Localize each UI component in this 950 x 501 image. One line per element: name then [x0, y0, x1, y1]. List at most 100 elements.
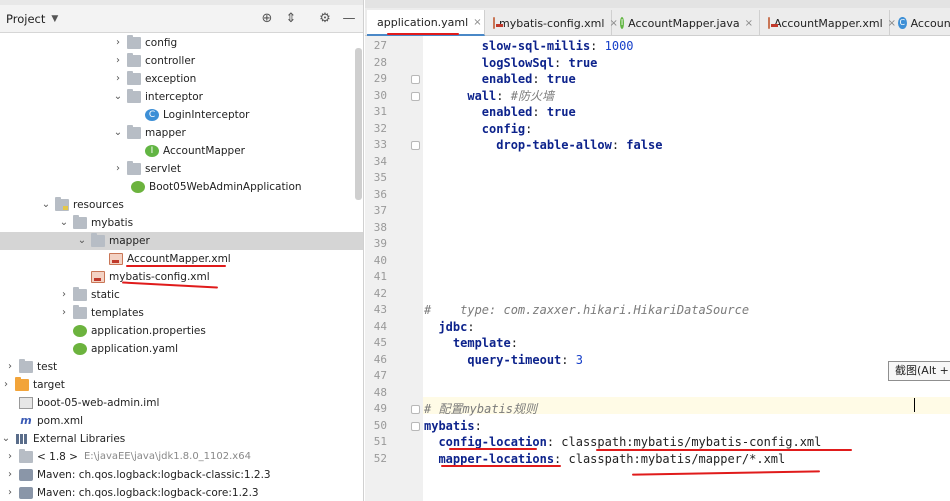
- chevron-right-icon[interactable]: ›: [4, 451, 16, 462]
- editor-tab[interactable]: mybatis-config.xml ×: [487, 10, 618, 36]
- tree-item[interactable]: m pom.xml: [0, 412, 363, 430]
- close-icon[interactable]: ×: [473, 17, 481, 28]
- tree-item[interactable]: › Maven: ch.qos.logback:logback-core:1.2.…: [0, 484, 363, 501]
- editor-tab[interactable]: CAccount: [892, 10, 950, 36]
- tree-item[interactable]: application.properties: [0, 322, 363, 340]
- chevron-down-icon[interactable]: ⌄: [58, 217, 70, 228]
- chevron-right-icon[interactable]: ›: [112, 163, 124, 174]
- interface-icon: I: [145, 144, 159, 157]
- fold-marker-icon[interactable]: [411, 421, 420, 431]
- tree-item[interactable]: › target: [0, 376, 363, 394]
- code-line[interactable]: logSlowSql: true: [424, 55, 598, 72]
- tree-item[interactable]: ⌄ mapper: [0, 231, 363, 250]
- editor-tab[interactable]: AccountMapper.xml ×: [762, 10, 896, 36]
- tree-item[interactable]: › static: [0, 286, 363, 304]
- minimize-icon[interactable]: —: [341, 11, 357, 27]
- tree-item[interactable]: Boot05WebAdminApplication: [0, 178, 363, 196]
- chevron-down-icon[interactable]: ▼: [51, 14, 58, 24]
- collapse-icon[interactable]: ⇕: [283, 11, 299, 27]
- chevron-down-icon[interactable]: ⌄: [76, 235, 88, 246]
- editor-tab-label: AccountMapper.java: [628, 16, 740, 30]
- gear-icon[interactable]: ⚙: [317, 11, 333, 27]
- fold-marker-icon[interactable]: [411, 91, 420, 101]
- code-line[interactable]: # 配置mybatis规则: [424, 401, 537, 418]
- tree-item-label: Boot05WebAdminApplication: [149, 180, 302, 193]
- code-line[interactable]: template:: [424, 335, 518, 352]
- chevron-right-icon[interactable]: ›: [58, 289, 70, 300]
- editor-tab[interactable]: I AccountMapper.java ×: [614, 10, 760, 36]
- chevron-right-icon[interactable]: ›: [112, 37, 124, 48]
- jdk-icon: [19, 448, 33, 463]
- tree-item[interactable]: › config: [0, 34, 363, 52]
- target-icon[interactable]: ⊕: [259, 11, 275, 27]
- chevron-right-icon[interactable]: ›: [0, 379, 12, 390]
- line-number: 39: [373, 237, 387, 250]
- tree-item[interactable]: › servlet: [0, 160, 363, 178]
- fold-marker-icon[interactable]: [411, 141, 420, 150]
- code-line[interactable]: config:: [424, 121, 533, 138]
- code-line[interactable]: wall: #防火墙: [424, 88, 554, 105]
- chevron-right-icon[interactable]: ›: [4, 487, 16, 498]
- line-number: 40: [373, 253, 387, 267]
- chevron-down-icon[interactable]: ⌄: [112, 91, 124, 102]
- tree-item[interactable]: ⌄ External Libraries: [0, 430, 363, 448]
- tree-item-label: LoginInterceptor: [163, 108, 250, 121]
- scrollbar[interactable]: [355, 48, 362, 200]
- tree-item[interactable]: ⌄ mybatis: [0, 214, 363, 232]
- tree-item[interactable]: › exception: [0, 70, 363, 88]
- tree-item[interactable]: I AccountMapper: [0, 142, 363, 160]
- chevron-right-icon[interactable]: ›: [58, 307, 70, 318]
- yaml-key: logSlowSql: [481, 55, 555, 70]
- chevron-down-icon[interactable]: ⌄: [0, 433, 12, 444]
- project-panel-header: Project ▼ ⊕ ⇕ ⚙ —: [0, 5, 363, 33]
- chevron-down-icon[interactable]: ⌄: [40, 199, 52, 210]
- line-number: 28: [373, 55, 387, 69]
- tree-item-label: application.properties: [91, 324, 206, 337]
- line-number: 36: [373, 187, 387, 201]
- tree-item[interactable]: ⌄ interceptor: [0, 88, 363, 106]
- code-line[interactable]: # type: com.zaxxer.hikari.HikariDataSour…: [424, 302, 749, 319]
- tree-item[interactable]: ⌄ mapper: [0, 124, 363, 142]
- tree-item[interactable]: › controller: [0, 52, 363, 70]
- yaml-key: mapper-locations: [438, 451, 555, 466]
- line-number: 52: [373, 451, 387, 465]
- code-line[interactable]: jdbc:: [424, 319, 474, 336]
- chevron-right-icon[interactable]: ›: [112, 73, 124, 84]
- folder-icon: [73, 286, 87, 301]
- project-title[interactable]: Project: [6, 12, 45, 26]
- fold-marker-icon[interactable]: [411, 405, 420, 414]
- xml-icon: [493, 17, 503, 29]
- tree-item[interactable]: application.yaml: [0, 340, 363, 358]
- code-line[interactable]: mybatis:: [424, 418, 482, 435]
- tree-item-label: AccountMapper: [163, 144, 245, 157]
- code-line[interactable]: drop-table-allow: false: [424, 137, 662, 154]
- line-number: 41: [373, 270, 387, 283]
- tree-item-label: mybatis: [91, 216, 134, 229]
- tree-item[interactable]: C LoginInterceptor: [0, 106, 363, 124]
- tree-item[interactable]: mybatis-config.xml: [0, 268, 363, 286]
- folder-icon: [73, 214, 87, 229]
- tree-item[interactable]: › templates: [0, 304, 363, 322]
- code-line[interactable]: slow-sql-millis: 1000: [424, 38, 634, 55]
- code-line[interactable]: enabled: true: [424, 71, 576, 88]
- yaml-key: config: [481, 121, 526, 136]
- line-number: 27: [373, 39, 387, 52]
- tree-item[interactable]: › < 1.8 > E:\javaEE\java\jdk1.8.0_1102.x64: [0, 448, 363, 466]
- tree-item[interactable]: ⌄ resources: [0, 196, 363, 214]
- tree-item[interactable]: boot-05-web-admin.iml: [0, 394, 363, 412]
- code-line[interactable]: enabled: true: [424, 104, 576, 121]
- tree-item[interactable]: › test: [0, 358, 363, 376]
- chevron-down-icon[interactable]: ⌄: [112, 127, 124, 138]
- tree-item-label: config: [145, 36, 178, 49]
- code-line[interactable]: query-timeout: 3: [424, 352, 583, 369]
- fold-marker-icon[interactable]: [411, 75, 420, 84]
- chevron-right-icon[interactable]: ›: [4, 469, 16, 480]
- tree-item[interactable]: › Maven: ch.qos.logback:logback-classic:1…: [0, 466, 363, 484]
- editor-tab-bar: application.yaml × mybatis-config.xml × I Acc…: [365, 0, 950, 36]
- chevron-right-icon[interactable]: ›: [4, 361, 16, 372]
- close-icon[interactable]: ×: [745, 18, 753, 29]
- chevron-right-icon[interactable]: ›: [112, 55, 124, 66]
